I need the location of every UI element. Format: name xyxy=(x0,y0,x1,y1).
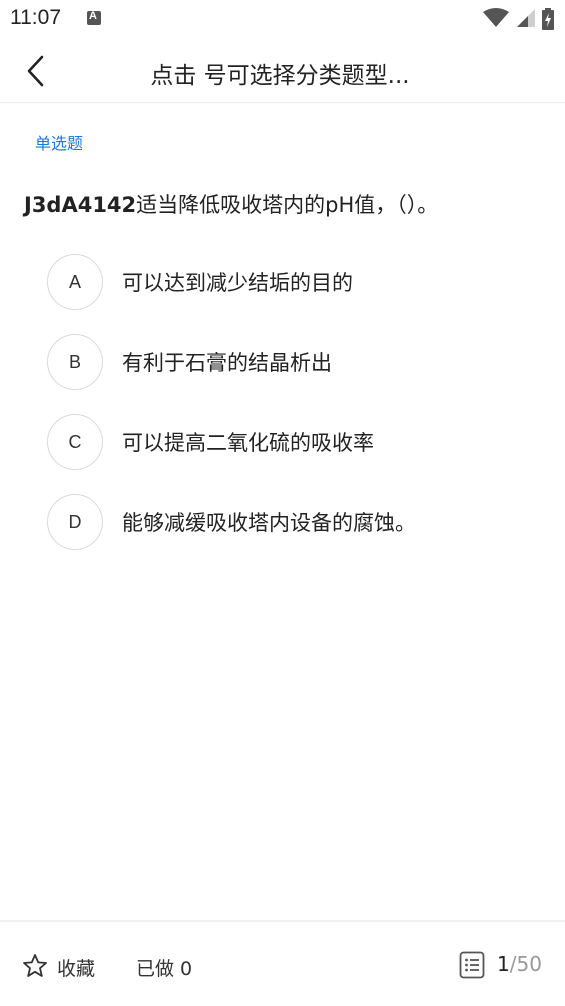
question-type-tag: 单选题 xyxy=(24,130,95,158)
question-text: 适当降低吸收塔内的pH值，（）。 xyxy=(136,193,439,217)
option-a[interactable]: A 可以达到减少结垢的目的 xyxy=(47,254,527,310)
battery-icon xyxy=(542,8,554,30)
question-code: J3dA4142 xyxy=(24,193,137,217)
option-letter: B xyxy=(47,334,103,390)
list-icon xyxy=(459,951,485,979)
status-bar: 11:07 xyxy=(0,0,565,38)
chevron-left-icon xyxy=(27,55,44,87)
progress-current: 1 xyxy=(497,952,510,976)
top-bar: 点击 号可选择分类题型... xyxy=(0,40,565,103)
bottom-bar: 收藏 已做 0 1/50 xyxy=(0,920,565,1006)
status-time: 11:07 xyxy=(10,6,61,29)
progress-total: 50 xyxy=(516,952,542,976)
cellular-signal-icon xyxy=(516,9,535,27)
option-c[interactable]: C 可以提高二氧化硫的吸收率 xyxy=(47,414,527,470)
option-text: 有利于石膏的结晶析出 xyxy=(122,351,332,375)
question-progress: 1/50 xyxy=(497,952,542,976)
back-button[interactable] xyxy=(22,54,52,88)
wifi-icon xyxy=(482,8,509,27)
status-icons xyxy=(482,8,555,30)
star-icon xyxy=(23,954,47,977)
question-list-button[interactable] xyxy=(459,951,485,979)
question-stem: J3dA4142适当降低吸收塔内的pH值，（）。 xyxy=(24,190,544,220)
page-title: 点击 号可选择分类题型... xyxy=(150,63,410,89)
option-text: 能够减缓吸收塔内设备的腐蚀。 xyxy=(122,511,416,535)
option-letter: A xyxy=(47,254,103,310)
option-b[interactable]: B 有利于石膏的结晶析出 xyxy=(47,334,527,390)
option-letter: D xyxy=(47,494,103,550)
option-text: 可以达到减少结垢的目的 xyxy=(122,271,353,295)
option-letter: C xyxy=(47,414,103,470)
a-notification-icon xyxy=(87,10,101,25)
option-text: 可以提高二氧化硫的吸收率 xyxy=(122,431,374,455)
done-count: 已做 0 xyxy=(136,958,193,980)
favorite-label: 收藏 xyxy=(57,958,96,980)
option-d[interactable]: D 能够减缓吸收塔内设备的腐蚀。 xyxy=(47,494,527,550)
